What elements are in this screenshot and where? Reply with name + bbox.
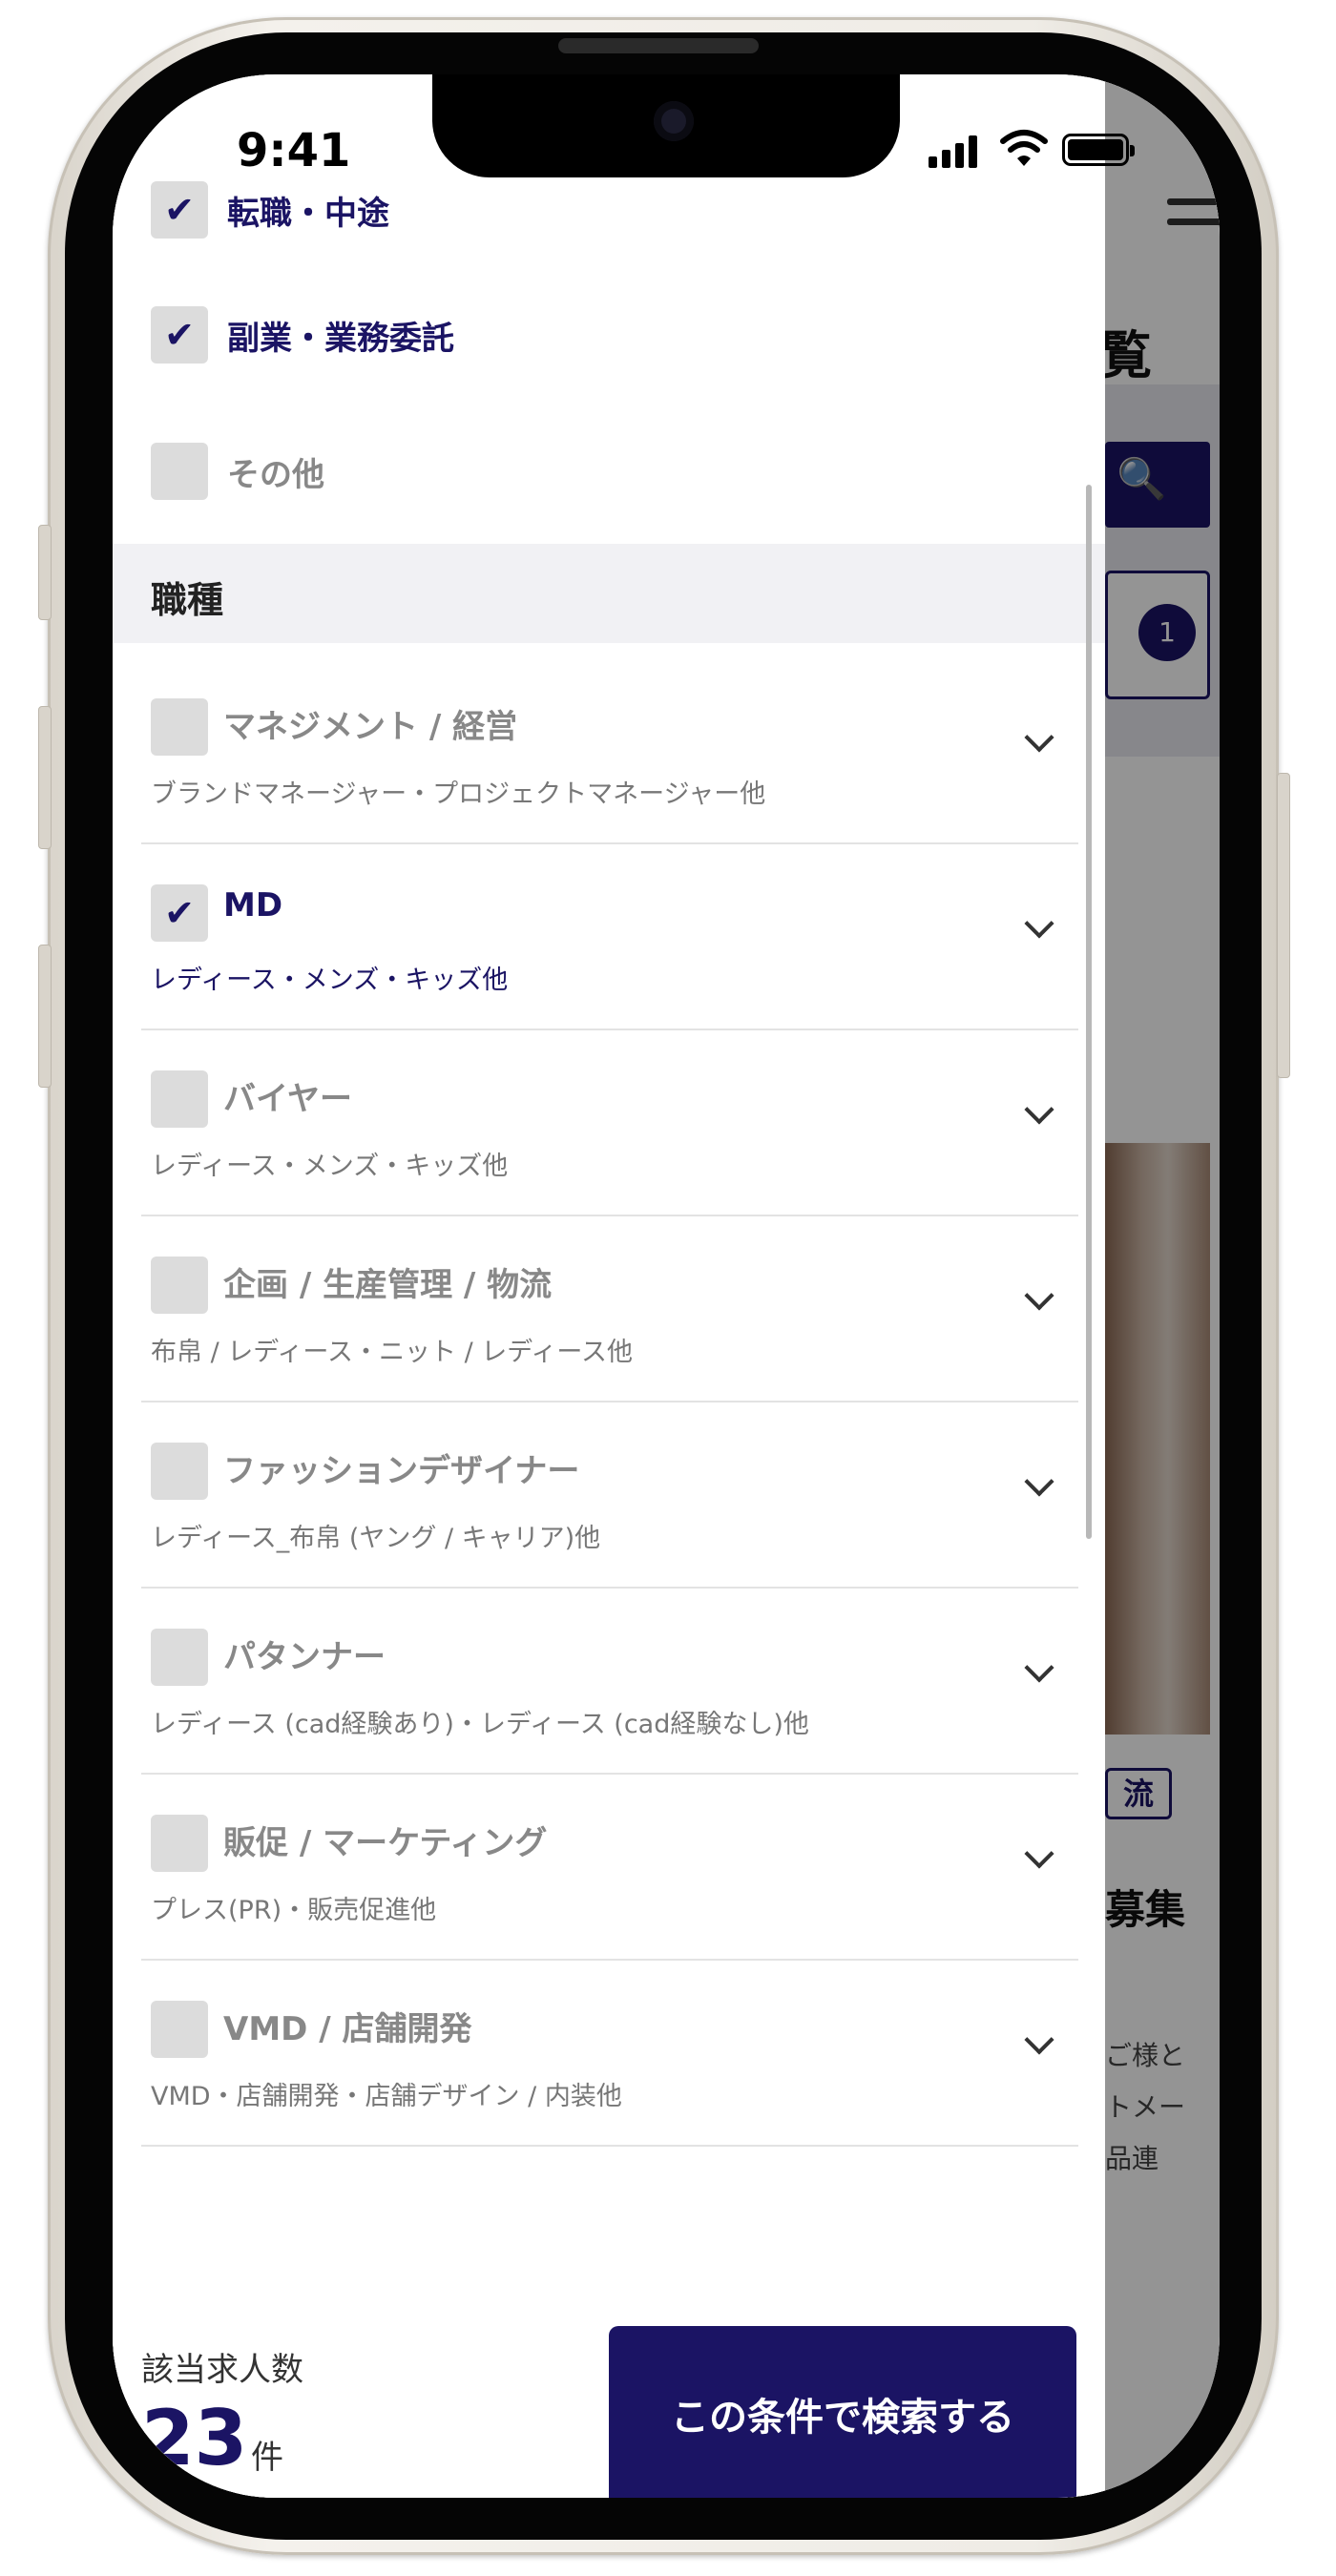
volume-down-button [38, 945, 52, 1088]
occupation-section-header: 職種 [113, 544, 1105, 643]
occupation-item-buyer[interactable]: バイヤー レディース・メンズ・キッズ他 [141, 1030, 1078, 1216]
employment-type-checkbox-midcareer[interactable]: ✔ 転職・中途 [151, 181, 389, 239]
checkmark-icon: ✔ [164, 314, 195, 356]
chevron-down-icon[interactable] [1024, 722, 1054, 753]
checkbox[interactable] [151, 1629, 208, 1686]
wifi-icon [1000, 130, 1048, 166]
chevron-down-icon[interactable] [1024, 2025, 1054, 2055]
occupation-title: パタンナー [223, 1638, 386, 1676]
occupation-title: ファッションデザイナー [223, 1452, 580, 1490]
checkbox[interactable] [151, 698, 208, 756]
occupation-item-planning[interactable]: 企画 / 生産管理 / 物流 布帛 / レディース・ニット / レディース他 [141, 1216, 1078, 1402]
drawer-scrollbar[interactable] [1086, 485, 1092, 1539]
occupation-subtitle: レディース・メンズ・キッズ他 [151, 966, 509, 995]
result-count-unit: 件 [251, 2439, 283, 2477]
occupation-subtitle: ブランドマネージャー・プロジェクトマネージャー他 [151, 779, 766, 809]
chevron-down-icon[interactable] [1024, 1094, 1054, 1125]
section-heading: 職種 [151, 579, 224, 621]
checkbox[interactable] [151, 443, 208, 500]
checkbox[interactable] [151, 1070, 208, 1128]
chevron-down-icon[interactable] [1024, 1466, 1054, 1497]
occupation-subtitle: レディース・メンズ・キッズ他 [151, 1152, 509, 1181]
checkbox[interactable] [151, 1257, 208, 1314]
filter-action-bar: 該当求人数 23 件 この条件で検索する [113, 2240, 1105, 2498]
occupation-title: VMD / 店舗開発 [223, 2010, 472, 2048]
occupation-title: MD [223, 886, 283, 924]
result-count-value: 23 [141, 2394, 248, 2483]
chevron-down-icon[interactable] [1024, 1280, 1054, 1311]
occupation-item-vmd[interactable]: VMD / 店舗開発 VMD・店舗開発・店舗デザイン / 内装他 [141, 1961, 1078, 2147]
occupation-item-patternmaker[interactable]: パタンナー レディース (cad経験あり)・レディース (cad経験なし)他 [141, 1589, 1078, 1775]
checkbox[interactable]: ✔ [151, 181, 208, 239]
battery-icon [1062, 134, 1135, 166]
result-count-label: 該当求人数 [141, 2351, 303, 2389]
occupation-subtitle: レディース_布帛 (ヤング / キャリア)他 [151, 1524, 601, 1553]
occupation-subtitle: レディース (cad経験あり)・レディース (cad経験なし)他 [151, 1710, 809, 1739]
employment-type-checkbox-sidejob[interactable]: ✔ 副業・業務委託 [151, 306, 454, 364]
occupation-title: マネジメント / 経営 [223, 708, 518, 746]
occupation-subtitle: VMD・店舗開発・店舗デザイン / 内装他 [151, 2082, 622, 2111]
phone-screen: 覧 🔍 1 流 募集 ご様と トメー 品連 ✔ 転職・中途 ✔ 副業・業務委託 … [113, 74, 1220, 2498]
search-with-conditions-button[interactable]: この条件で検索する [609, 2326, 1076, 2498]
earpiece-speaker [558, 38, 759, 53]
checkbox[interactable] [151, 2001, 208, 2058]
occupation-title: 販促 / マーケティング [223, 1824, 548, 1862]
checkmark-icon: ✔ [164, 892, 195, 934]
power-button [1277, 773, 1290, 1078]
volume-up-button [38, 706, 52, 849]
occupation-subtitle: 布帛 / レディース・ニット / レディース他 [151, 1338, 634, 1367]
employment-type-label: その他 [227, 455, 324, 494]
checkbox[interactable]: ✔ [151, 884, 208, 942]
employment-type-label: 転職・中途 [227, 194, 389, 233]
status-bar-time: 9:41 [237, 124, 351, 177]
silent-switch [38, 525, 52, 620]
employment-type-checkbox-other[interactable]: その他 [151, 443, 324, 500]
chevron-down-icon[interactable] [1024, 1839, 1054, 1869]
filter-drawer: ✔ 転職・中途 ✔ 副業・業務委託 その他 職種 マネジメント / 経営 ブラン… [113, 74, 1105, 2498]
occupation-title: バイヤー [223, 1080, 352, 1118]
checkmark-icon: ✔ [164, 189, 195, 231]
checkbox[interactable]: ✔ [151, 306, 208, 364]
front-camera-icon [654, 101, 694, 141]
occupation-item-marketing[interactable]: 販促 / マーケティング プレス(PR)・販売促進他 [141, 1775, 1078, 1961]
chevron-down-icon[interactable] [1024, 1652, 1054, 1683]
checkbox[interactable] [151, 1443, 208, 1500]
occupation-item-fashion-designer[interactable]: ファッションデザイナー レディース_布帛 (ヤング / キャリア)他 [141, 1402, 1078, 1589]
occupation-title: 企画 / 生産管理 / 物流 [223, 1266, 553, 1304]
occupation-item-md[interactable]: ✔ MD レディース・メンズ・キッズ他 [141, 844, 1078, 1030]
occupation-item-management[interactable]: マネジメント / 経営 ブランドマネージャー・プロジェクトマネージャー他 [141, 658, 1078, 844]
camera-notch [432, 74, 900, 177]
chevron-down-icon[interactable] [1024, 908, 1054, 939]
employment-type-label: 副業・業務委託 [227, 319, 454, 358]
occupation-subtitle: プレス(PR)・販売促進他 [151, 1896, 437, 1925]
checkbox[interactable] [151, 1815, 208, 1872]
cellular-signal-icon [929, 134, 986, 168]
